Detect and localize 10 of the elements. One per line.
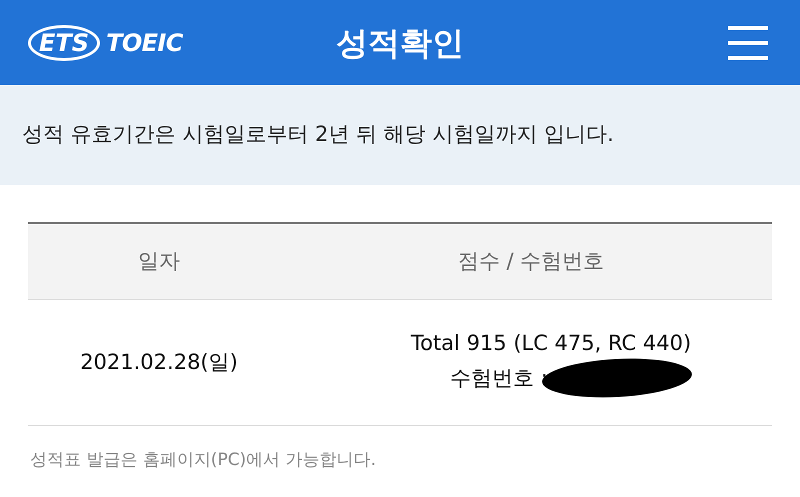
notice-text: 성적 유효기간은 시험일로부터 2년 뒤 해당 시험일까지 입니다. bbox=[22, 121, 614, 148]
page-title: 성적확인 bbox=[336, 22, 464, 64]
footnote-text: 성적표 발급은 홈페이지(PC)에서 가능합니다. bbox=[30, 449, 378, 472]
logo-product: TOEIC bbox=[106, 28, 183, 58]
column-header: 점수 / 수험번호 bbox=[456, 248, 606, 275]
logo-brand: ETS bbox=[28, 24, 100, 60]
score-text: Total 915 (LC 475, RC 440) bbox=[410, 330, 692, 357]
menu-icon[interactable] bbox=[728, 26, 768, 60]
date-cell-text: 2021.02.28(일) bbox=[79, 348, 239, 376]
column-header: 일자 bbox=[137, 248, 181, 275]
